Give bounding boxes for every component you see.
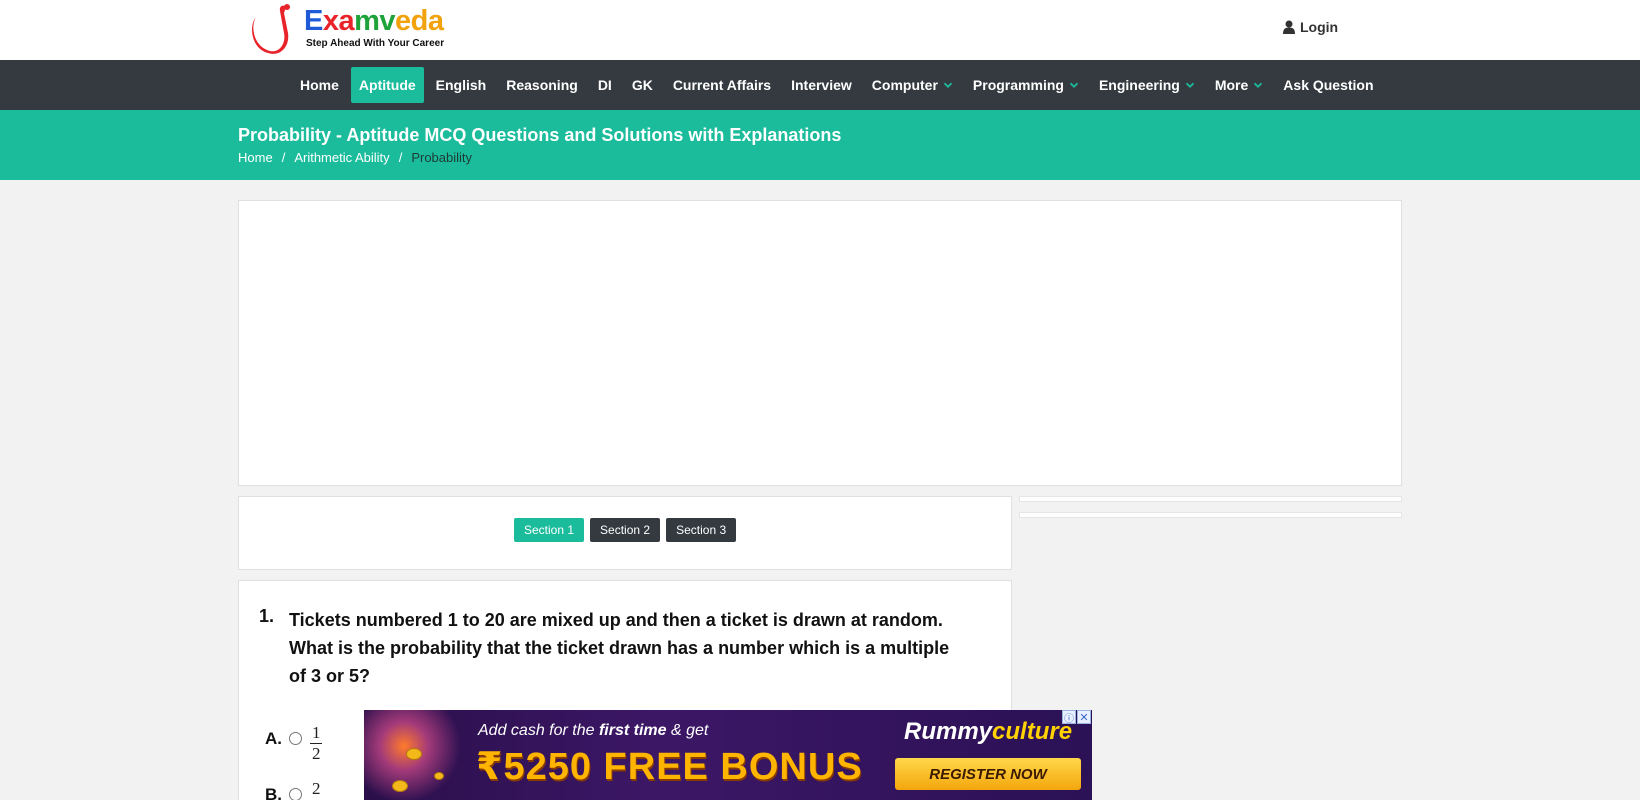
question-text: Tickets numbered 1 to 20 are mixed up an… <box>289 610 950 686</box>
breadcrumb-home[interactable]: Home <box>238 150 273 165</box>
nav-item-label: Computer <box>871 77 938 93</box>
nav-item-current-affairs[interactable]: Current Affairs <box>665 67 779 103</box>
nav-item-label: Home <box>300 77 339 93</box>
ad-close-icon[interactable]: ✕ <box>1077 710 1091 724</box>
ad-banner[interactable]: Add cash for the first time & get ₹5250 … <box>364 710 1092 800</box>
user-icon <box>1283 20 1295 34</box>
breadcrumb-arithmetic-ability[interactable]: Arithmetic Ability <box>294 150 389 165</box>
title-band: Probability - Aptitude MCQ Questions and… <box>0 110 1640 180</box>
coin-icon <box>434 772 444 780</box>
nav-item-label: More <box>1214 77 1249 93</box>
fraction-numerator: 1 <box>312 723 321 742</box>
nav-item-reasoning[interactable]: Reasoning <box>498 67 586 103</box>
nav-item-interview[interactable]: Interview <box>783 67 860 103</box>
ad-bonus-text: ₹5250 FREE BONUS <box>476 746 863 788</box>
ad-register-button[interactable]: REGISTER NOW <box>895 758 1081 790</box>
chevron-down-icon <box>1185 82 1194 88</box>
breadcrumb-separator: / <box>398 150 403 165</box>
ad-placeholder <box>238 200 1402 486</box>
nav-list: Home Aptitude English Reasoning DI GK Cu… <box>290 67 1384 103</box>
page-title: Probability - Aptitude MCQ Questions and… <box>238 125 842 145</box>
option-letter: A. <box>265 729 282 748</box>
coin-icon <box>406 748 422 760</box>
coin-icon <box>392 780 408 792</box>
chevron-down-icon <box>1069 82 1079 88</box>
site-logo[interactable]: Examveda Step Ahead With Your Career <box>250 3 460 55</box>
option-letter: B. <box>265 785 282 800</box>
section-1-button[interactable]: Section 1 <box>514 518 585 542</box>
breadcrumb: Home / Arithmetic Ability / Probability <box>238 150 472 165</box>
nav-item-computer[interactable]: Computer <box>864 67 961 103</box>
nav-item-label: Programming <box>972 77 1064 93</box>
nav-item-label: GK <box>631 77 653 93</box>
section-tabs: Section 1 Section 2 Section 3 <box>514 518 737 542</box>
nav-item-programming[interactable]: Programming <box>965 67 1087 103</box>
nav-item-english[interactable]: English <box>428 67 495 103</box>
nav-item-label: Reasoning <box>506 77 578 93</box>
breadcrumb-separator: / <box>281 150 286 165</box>
section-3-button[interactable]: Section 3 <box>666 518 737 542</box>
sidebar-widget <box>1019 496 1402 502</box>
nav-item-ask-question[interactable]: Ask Question <box>1275 67 1381 103</box>
sidebar-widget <box>1019 512 1402 518</box>
nav-item-di[interactable]: DI <box>590 67 620 103</box>
option-a-radio[interactable] <box>289 732 302 745</box>
option-b-fraction: 2 <box>310 779 323 799</box>
nav-item-label: Current Affairs <box>672 77 772 93</box>
option-a-fraction: 1 2 <box>310 723 323 764</box>
ad-info-icon[interactable]: ⓘ <box>1062 710 1076 725</box>
nav-item-home[interactable]: Home <box>292 67 347 103</box>
nav-item-engineering[interactable]: Engineering <box>1091 67 1203 103</box>
site-header: Examveda Step Ahead With Your Career Log… <box>0 0 1640 60</box>
nav-item-label: Ask Question <box>1283 77 1374 93</box>
ad-headline: Add cash for the first time & get <box>478 722 709 739</box>
section-2-button[interactable]: Section 2 <box>590 518 661 542</box>
question-number: 1. <box>259 606 275 626</box>
nav-item-more[interactable]: More <box>1207 67 1271 103</box>
logo-tagline: Step Ahead With Your Career <box>306 38 445 49</box>
ad-brand-logo: Rummyculture <box>904 718 1073 745</box>
option-b[interactable]: B. 2 <box>265 779 323 800</box>
login-link[interactable]: Login <box>1283 17 1338 37</box>
nav-item-aptitude[interactable]: Aptitude <box>350 67 424 103</box>
nav-item-label: Engineering <box>1098 77 1180 93</box>
chevron-down-icon <box>1254 82 1263 88</box>
nav-item-label: Interview <box>791 77 852 93</box>
fraction-denominator: 2 <box>312 744 321 763</box>
nav-item-label: Aptitude <box>358 77 416 93</box>
option-b-radio[interactable] <box>289 788 302 800</box>
section-selector-card: Section 1 Section 2 Section 3 <box>238 496 1012 570</box>
breadcrumb-current: Probability <box>411 150 473 165</box>
main-navbar: Home Aptitude English Reasoning DI GK Cu… <box>0 60 1640 110</box>
nav-item-label: DI <box>597 77 612 93</box>
logo-wordmark: Examveda <box>304 5 444 37</box>
chevron-down-icon <box>943 82 953 88</box>
login-label: Login <box>1300 19 1339 35</box>
fraction-numerator: 2 <box>312 779 321 798</box>
nav-item-label: English <box>435 77 487 93</box>
logo-mark-icon <box>252 4 290 54</box>
nav-item-gk[interactable]: GK <box>624 67 661 103</box>
option-a[interactable]: A. 1 2 <box>265 723 323 764</box>
